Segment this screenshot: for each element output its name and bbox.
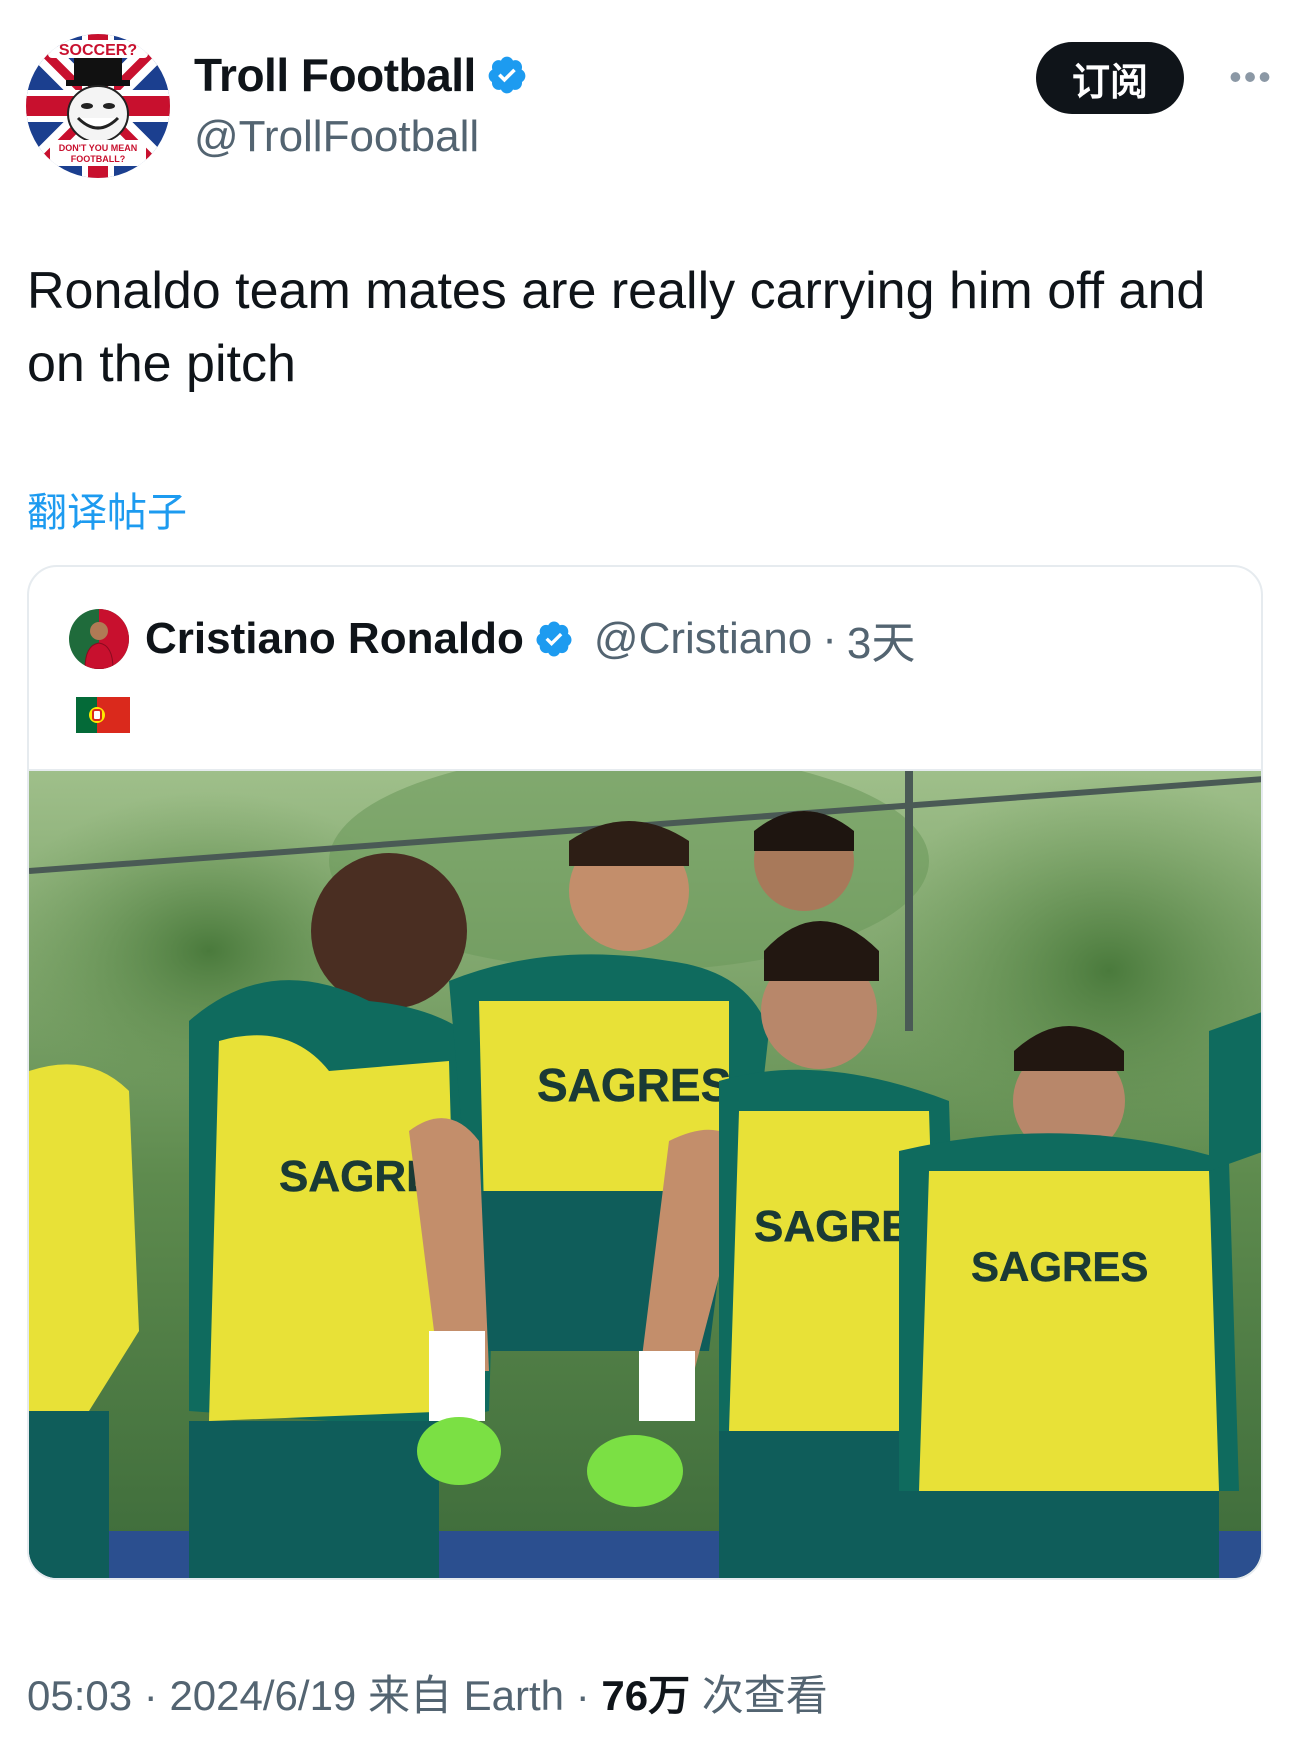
verified-badge-icon — [488, 56, 526, 94]
tweet-text: Ronaldo team mates are really carrying h… — [27, 262, 1206, 393]
translate-post-link[interactable]: 翻译帖子 — [27, 480, 187, 538]
view-count[interactable]: 76万 — [601, 1672, 690, 1719]
view-count-label: 次查看 — [690, 1672, 828, 1719]
quoted-verified-badge-icon — [536, 621, 572, 657]
subscribe-button[interactable]: 订阅 — [1036, 42, 1184, 114]
bib-text-2: SAGRES — [537, 1059, 731, 1111]
quoted-author-handle[interactable]: @Cristiano — [594, 614, 812, 664]
author-avatar[interactable]: SOCCER? DON'T YOU MEAN FOOTBALL? — [26, 34, 170, 178]
meta-separator-1: · — [132, 1672, 170, 1719]
tweet-meta: 05:03 · 2024/6/19 来自 Earth · 76万 次查看 — [27, 1662, 828, 1723]
quoted-author-name[interactable]: Cristiano Ronaldo — [145, 614, 524, 664]
bib-text-4: SAGRES — [971, 1243, 1148, 1290]
quoted-tweet-header: Cristiano Ronaldo @Cristiano · 3天 — [69, 607, 915, 671]
avatar-text-bottom-1: DON'T YOU MEAN — [59, 143, 137, 153]
post-source: 来自 Earth — [356, 1672, 565, 1719]
quoted-photo[interactable]: SAGRES SAGRES SAGRES SAGRES — [29, 771, 1263, 1580]
portugal-flag-icon — [76, 697, 130, 733]
author-display-name[interactable]: Troll Football — [194, 48, 476, 102]
author-handle[interactable]: @TrollFootball — [194, 112, 479, 162]
author-name-row: Troll Football — [194, 48, 528, 102]
quoted-separator: · — [822, 614, 837, 663]
meta-separator-2: · — [564, 1672, 602, 1719]
post-time[interactable]: 05:03 — [27, 1672, 132, 1719]
tweet-header: SOCCER? DON'T YOU MEAN FOOTBALL? Troll F… — [26, 34, 1271, 184]
post-date[interactable]: 2024/6/19 — [169, 1672, 356, 1719]
more-options-icon[interactable]: ••• — [1226, 59, 1276, 95]
avatar-text-bottom-2: FOOTBALL? — [71, 154, 126, 164]
quoted-tweet-card[interactable]: Cristiano Ronaldo @Cristiano · 3天 SAGRES… — [27, 565, 1263, 1580]
quoted-timestamp[interactable]: 3天 — [847, 607, 915, 671]
quoted-author-avatar[interactable] — [69, 609, 129, 669]
avatar-text-top: SOCCER? — [59, 42, 137, 59]
